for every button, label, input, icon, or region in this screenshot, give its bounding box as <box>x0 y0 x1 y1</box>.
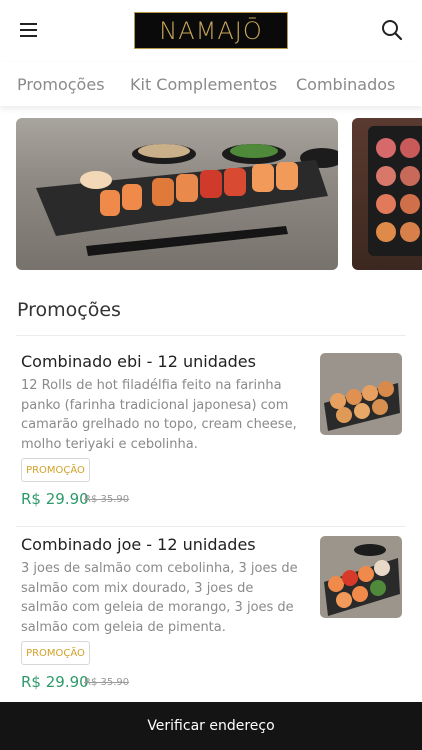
product-image <box>320 353 402 435</box>
logo-text: NAMAJŌ <box>159 16 263 45</box>
banner-image-rolls[interactable] <box>352 118 422 270</box>
promo-badge: PROMOÇÃO <box>21 458 90 482</box>
verify-address-label: Verificar endereço <box>147 718 275 734</box>
category-tabs: Promoções Kit Complementos Combinados <box>0 62 422 106</box>
section-divider <box>16 335 406 336</box>
tab-kit-complementos[interactable]: Kit Complementos <box>130 75 277 94</box>
product-description: 3 joes de salmão com cebolinha, 3 joes d… <box>21 561 298 635</box>
product-description: 12 Rolls de hot filadélfia feito na fari… <box>21 378 297 452</box>
product-card[interactable]: Combinado joe - 12 unidades 3 joes de sa… <box>0 535 422 695</box>
product-old-price: R$ 35.90 <box>84 677 130 688</box>
product-old-price: R$ 35.90 <box>84 494 130 505</box>
search-icon[interactable] <box>380 18 404 42</box>
product-price: R$ 29.90 <box>21 490 89 508</box>
brand-logo[interactable]: NAMAJŌ <box>134 12 288 49</box>
app-header: NAMAJŌ <box>0 0 422 60</box>
product-price: R$ 29.90 <box>21 673 89 691</box>
product-divider <box>16 526 406 527</box>
product-card[interactable]: Combinado ebi - 12 unidades 12 Rolls de … <box>0 352 422 522</box>
product-image <box>320 536 402 618</box>
tab-promocoes[interactable]: Promoções <box>17 75 105 94</box>
section-title: Promoções <box>17 299 121 321</box>
product-title: Combinado joe - 12 unidades <box>21 535 256 554</box>
banner-image-sushi[interactable] <box>16 118 338 270</box>
verify-address-button[interactable]: Verificar endereço <box>0 702 422 750</box>
product-title: Combinado ebi - 12 unidades <box>21 352 256 371</box>
tab-combinados[interactable]: Combinados <box>296 75 395 94</box>
hamburger-menu-icon[interactable] <box>18 19 40 41</box>
promo-badge: PROMOÇÃO <box>21 641 90 665</box>
banner-carousel[interactable] <box>0 118 422 271</box>
